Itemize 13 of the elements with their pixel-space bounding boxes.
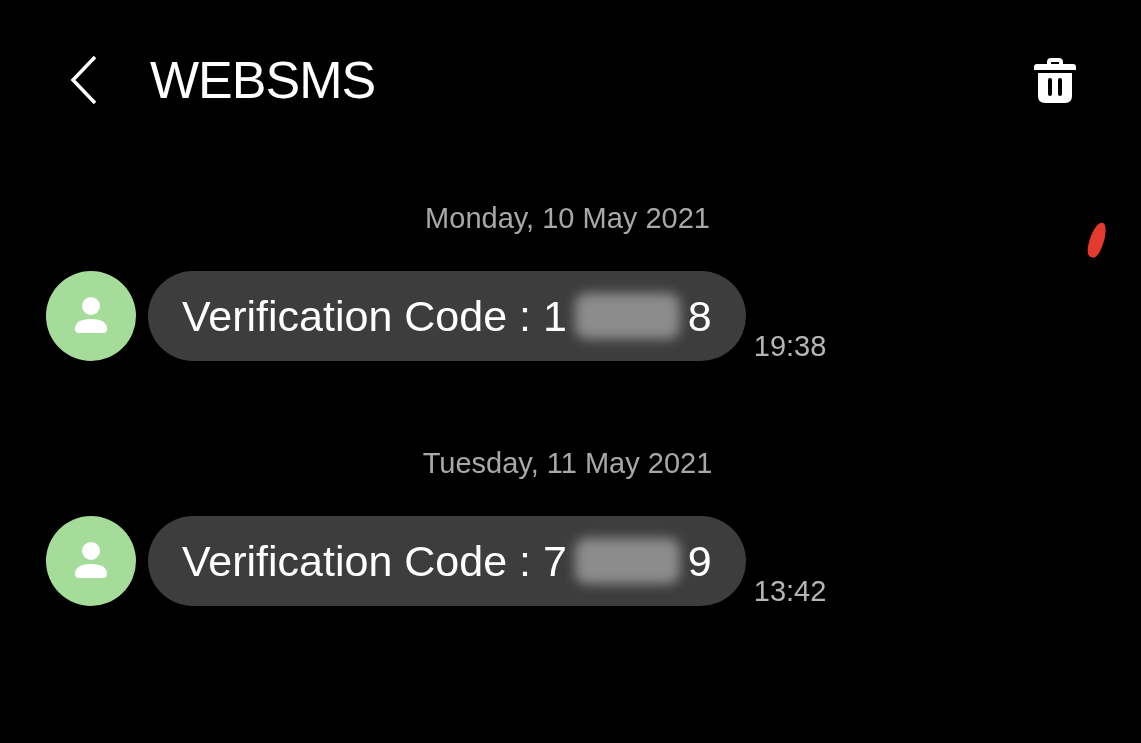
message-time: 13:42 bbox=[753, 575, 827, 608]
conversation-title: WEBSMS bbox=[150, 50, 376, 110]
date-label: Monday, 10 May 2021 bbox=[425, 202, 710, 235]
delete-icon[interactable] bbox=[1033, 56, 1077, 104]
message-text: Verification Code : 7 bbox=[182, 536, 567, 586]
message-text: Verification Code : 1 bbox=[182, 291, 567, 341]
message-bubble[interactable]: Verification Code : 7 9 bbox=[148, 516, 746, 606]
date-label: Tuesday, 11 May 2021 bbox=[422, 447, 713, 480]
message-text: 9 bbox=[687, 536, 712, 586]
back-icon[interactable] bbox=[70, 55, 98, 105]
message-text: 8 bbox=[687, 291, 712, 341]
message-bubble[interactable]: Verification Code : 1 8 bbox=[148, 271, 746, 361]
message-time: 19:38 bbox=[753, 330, 827, 363]
